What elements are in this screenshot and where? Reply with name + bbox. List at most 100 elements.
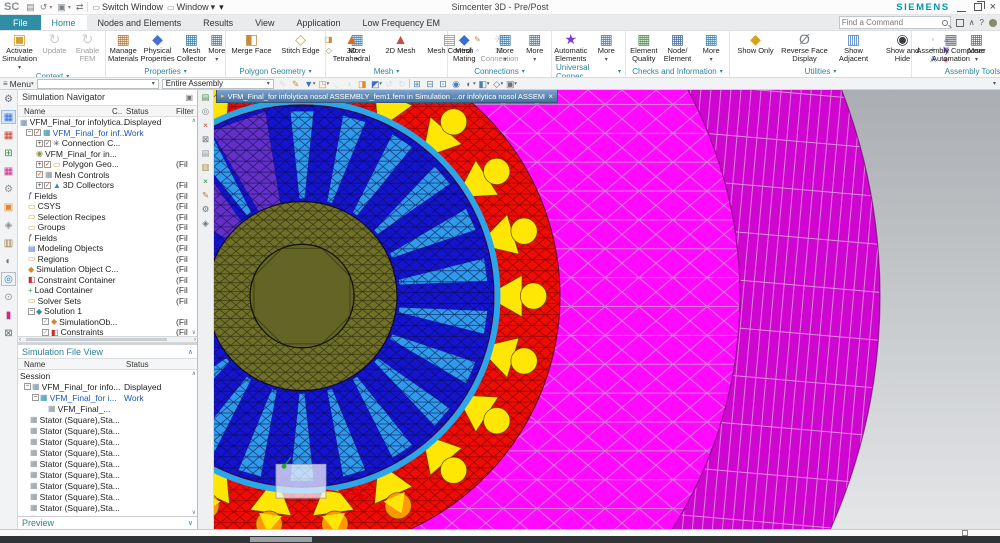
snapshot-tool-icon[interactable]: ◎ (202, 106, 209, 117)
expander[interactable]: + (36, 161, 43, 168)
expander[interactable]: − (28, 308, 35, 315)
part-icon[interactable]: ▥ (1, 236, 16, 250)
pencil-gray-icon[interactable]: ✎ (277, 79, 289, 89)
tree-row[interactable]: + ✓ ▭ Polygon Geo... (Fil (18, 159, 197, 170)
scroll-up-icon[interactable]: ∧ (192, 370, 196, 377)
link-icon[interactable]: ⇄ (76, 2, 84, 13)
tree-row[interactable]: ▭ CSYS (Fil (18, 201, 197, 212)
checkbox[interactable]: ✓ (44, 161, 51, 168)
rotate-view-icon[interactable]: ◉ (450, 79, 462, 89)
expander[interactable]: − (26, 129, 33, 136)
simulation-file-view-header[interactable]: Simulation File View ∧ (18, 343, 197, 358)
2d-mesh-button[interactable]: ▲2D Mesh (376, 32, 425, 63)
csys-tool-icon[interactable]: × (203, 120, 208, 131)
close-tab-icon[interactable]: × (548, 92, 553, 101)
tab-file[interactable]: File (0, 15, 41, 30)
file-row[interactable]: ▦ Stator (Square),Sta... (18, 480, 197, 491)
tree-row[interactable]: + ✓ ▲ 3D Collectors (Fil (18, 180, 197, 191)
settings-tool-icon[interactable]: ⚙ (202, 204, 210, 215)
tree-row[interactable]: + ✓ ✳ Connection C... (18, 138, 197, 149)
file-row[interactable]: ▦ Stator (Square),Sta... (18, 425, 197, 436)
deselect-icon[interactable]: ◟ (330, 79, 342, 89)
find-command-input[interactable] (842, 18, 942, 27)
tree-row[interactable]: ▦ VFM_Final_for infolytica... Displayed (18, 117, 197, 128)
scroll-up-icon[interactable]: ∧ (192, 117, 196, 124)
stitch-edge-button[interactable]: ◇Stitch Edge (276, 32, 325, 55)
window-layout-icon[interactable]: ▣▾ (57, 2, 71, 13)
Low Frequency EM[interactable]: Low Frequency EM (352, 15, 452, 30)
file-row[interactable]: − ▦ VFM_Final_for info... Displayed (18, 381, 197, 392)
file-row[interactable]: ▦ Stator (Square),Sta... (18, 436, 197, 447)
automatic-elements-button[interactable]: ★Automatic Elements (553, 32, 589, 63)
layer-tool-icon[interactable]: ▥ (201, 162, 209, 173)
file-row[interactable]: ▦ Stator (Square),Sta... (18, 491, 197, 502)
file-row[interactable]: ▦ Stator (Square),Sta... (18, 469, 197, 480)
View[interactable]: View (244, 15, 285, 30)
checkbox[interactable]: ✓ (42, 329, 49, 336)
tree-row[interactable]: ◉ VFM_Final_for in... (18, 148, 197, 159)
help-icon[interactable]: ? (980, 18, 984, 27)
checkbox[interactable]: ✓ (44, 140, 51, 147)
scroll-down-icon[interactable]: ∨ (192, 509, 196, 516)
simulation-navigator-header[interactable]: Simulation Navigator ▣ (18, 90, 197, 105)
col-c[interactable]: C.. (112, 107, 122, 116)
tree-row[interactable]: ◧ Constraint Container (Fil (18, 274, 197, 285)
functions-navigator-icon[interactable]: ⊞ (1, 146, 16, 160)
file-row[interactable]: ▦ Stator (Square),Sta... (18, 447, 197, 458)
datum-icon[interactable]: ◈ (1, 218, 16, 232)
file-row[interactable]: ▦ Stator (Square),Sta... (18, 414, 197, 425)
minimize-button[interactable] (957, 3, 966, 12)
info-icon[interactable]: ◐ (1, 254, 16, 268)
hand-select-icon[interactable]: ◖ (343, 79, 355, 89)
tree-row[interactable]: − ◆ Solution 1 (18, 306, 197, 317)
tree-row[interactable]: ▭ Regions (Fil (18, 253, 197, 264)
close-button[interactable]: × (990, 3, 996, 12)
checkbox[interactable]: ✓ (44, 182, 51, 189)
toolbar-overflow-icon[interactable]: ▾ (219, 2, 224, 13)
tree-row[interactable]: ✓ ◆ SimulationOb... (Fil (18, 316, 197, 327)
preview-panel-header[interactable]: Preview ∨ (18, 516, 197, 529)
user-status-icon[interactable] (989, 19, 997, 27)
col-status[interactable]: Status (126, 360, 149, 369)
graphics-viewport[interactable]: ▸ VFM_Final_for infolytica nosol ASSEMBL… (214, 90, 1000, 529)
assembly-composer-button[interactable]: ▦Assembly Composer Automation (913, 32, 989, 63)
Application[interactable]: Application (285, 15, 351, 30)
checkbox[interactable]: ✓ (34, 129, 41, 136)
activate-simulation-button[interactable]: ▣Activate Simulation▾ (1, 32, 38, 72)
find-command-box[interactable] (839, 16, 951, 29)
history-icon[interactable]: ⊙ (1, 290, 16, 304)
viewport-file-tab[interactable]: ▸ VFM_Final_for infolytica nosol ASSEMBL… (216, 90, 558, 103)
expander[interactable]: + (36, 140, 43, 147)
toolbox-icon[interactable]: ⊠ (1, 326, 16, 340)
node-element-button[interactable]: ▦Node/ Element (661, 32, 695, 63)
orient-tool-icon[interactable]: × (203, 176, 208, 187)
save-view-icon[interactable]: ▤ (201, 148, 209, 159)
mesh-mating-button[interactable]: ◆Mesh Mating (449, 32, 480, 63)
element-quality-button[interactable]: ▦Element Quality (627, 32, 661, 63)
redo-view-icon[interactable]: ↻ (396, 79, 408, 89)
manage-materials-button[interactable]: ▦Manage Materials (107, 32, 139, 63)
window-split-icon[interactable]: ⊞ (411, 79, 423, 89)
show-adjacent-button[interactable]: ▥Show Adjacent (829, 32, 878, 63)
pencil-icon[interactable]: ✎ (290, 79, 302, 89)
view-tool-icon[interactable]: ▤ (201, 92, 209, 103)
web-browser-icon[interactable]: ◎ (1, 272, 16, 286)
undo-view-icon[interactable]: ↺ (383, 79, 395, 89)
fem-mesh-view[interactable] (214, 90, 1000, 529)
expander[interactable]: − (32, 394, 39, 401)
more-checks-button[interactable]: ▦More▾ (694, 32, 728, 64)
more-properties-button[interactable]: ▦More▾ (207, 32, 226, 64)
assembly-navigator-icon[interactable]: ▣ (1, 200, 16, 214)
mesh-collector-button[interactable]: ▦Mesh Collector (176, 32, 208, 63)
visualization-icon[interactable]: ▮ (1, 308, 16, 322)
expand-icon[interactable]: ∨ (188, 519, 193, 527)
menu-button[interactable]: ≡Menu▾ (3, 79, 34, 89)
more-universal-button[interactable]: ▦More▾ (589, 32, 625, 64)
measure-tool-icon[interactable]: ✎ (202, 190, 209, 201)
tree-row[interactable]: ✓ ▦ Mesh Controls (18, 169, 197, 180)
more-connections-button[interactable]: ▦More▾ (519, 32, 550, 64)
popout-icon[interactable]: ▣ (185, 93, 193, 102)
zoom-box-icon[interactable]: ⊡ (437, 79, 449, 89)
separator[interactable] (409, 79, 410, 88)
restore-button[interactable] (974, 3, 982, 11)
